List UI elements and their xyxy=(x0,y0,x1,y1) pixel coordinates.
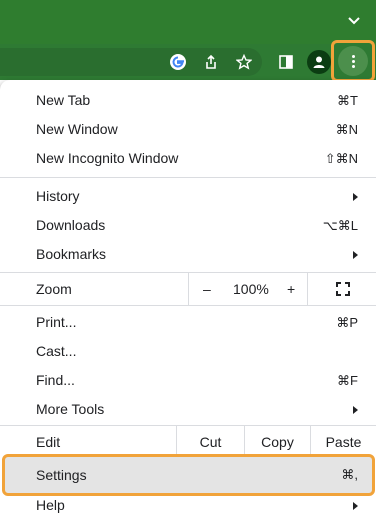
menu-item-new-incognito-window[interactable]: New Incognito Window ⇧⌘N xyxy=(0,144,376,173)
menu-item-shortcut: ⌘T xyxy=(337,93,358,108)
zoom-out-button[interactable]: – xyxy=(203,273,211,305)
menu-item-new-window[interactable]: New Window ⌘N xyxy=(0,115,376,144)
submenu-arrow-icon xyxy=(353,502,358,510)
menu-item-label: New Tab xyxy=(36,92,91,108)
menu-item-label: More Tools xyxy=(36,401,105,417)
menu-item-label: History xyxy=(36,188,80,204)
menu-item-label: Settings xyxy=(36,467,87,483)
menu-divider xyxy=(0,305,376,306)
menu-item-label: New Window xyxy=(36,121,118,137)
profile-icon[interactable] xyxy=(307,50,331,74)
zoom-label: Zoom xyxy=(36,281,72,297)
menu-item-label: Help xyxy=(36,497,65,513)
share-icon[interactable] xyxy=(201,52,221,72)
menu-item-shortcut: ⌘, xyxy=(341,467,358,482)
zoom-level: 100% xyxy=(233,281,269,297)
menu-item-label: Downloads xyxy=(36,217,106,233)
star-icon[interactable] xyxy=(234,52,254,72)
menu-item-label: Print... xyxy=(36,314,77,330)
menu-item-downloads[interactable]: Downloads ⌥⌘L xyxy=(0,211,376,240)
google-icon[interactable] xyxy=(168,52,188,72)
browser-toolbar xyxy=(0,44,376,80)
zoom-controls: – 100% + xyxy=(188,273,308,305)
zoom-row: Zoom – 100% + xyxy=(0,273,376,305)
menu-item-shortcut: ⌘F xyxy=(337,373,358,388)
more-menu-icon xyxy=(338,46,368,76)
submenu-arrow-icon xyxy=(353,406,358,414)
tab-strip xyxy=(0,0,376,44)
menu-item-new-tab[interactable]: New Tab ⌘T xyxy=(0,86,376,115)
menu-item-shortcut: ⇧⌘N xyxy=(324,151,358,166)
menu-item-find[interactable]: Find... ⌘F xyxy=(0,366,376,395)
more-menu-button[interactable] xyxy=(331,40,375,82)
menu-item-label: Bookmarks xyxy=(36,246,107,262)
menu-item-label: Cast... xyxy=(36,343,77,359)
chrome-menu: New Tab ⌘T New Window ⌘N New Incognito W… xyxy=(0,80,376,522)
address-bar[interactable] xyxy=(0,48,262,76)
menu-divider xyxy=(0,177,376,178)
chevron-down-icon[interactable] xyxy=(346,13,362,29)
menu-item-help[interactable]: Help xyxy=(0,491,376,520)
submenu-arrow-icon xyxy=(353,193,358,201)
menu-item-settings[interactable]: Settings ⌘, xyxy=(2,454,375,496)
menu-item-print[interactable]: Print... ⌘P xyxy=(0,308,376,337)
menu-item-cast[interactable]: Cast... xyxy=(0,337,376,366)
menu-item-label: Find... xyxy=(36,372,75,388)
submenu-arrow-icon xyxy=(353,251,358,259)
menu-item-shortcut: ⌘P xyxy=(336,315,358,330)
menu-item-shortcut: ⌥⌘L xyxy=(322,218,358,233)
fullscreen-icon[interactable] xyxy=(336,282,350,296)
zoom-in-button[interactable]: + xyxy=(287,273,295,305)
menu-item-history[interactable]: History xyxy=(0,182,376,211)
menu-item-label: New Incognito Window xyxy=(36,150,179,166)
side-panel-icon[interactable] xyxy=(276,52,296,72)
menu-item-bookmarks[interactable]: Bookmarks xyxy=(0,240,376,269)
menu-item-more-tools[interactable]: More Tools xyxy=(0,395,376,424)
menu-item-shortcut: ⌘N xyxy=(335,122,358,137)
